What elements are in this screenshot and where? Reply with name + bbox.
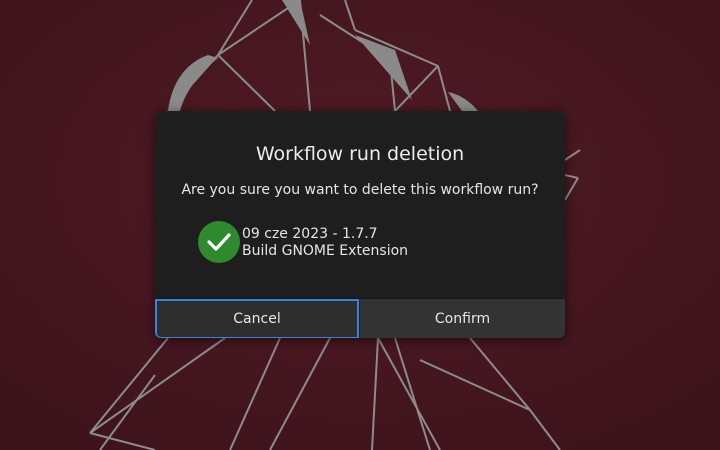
workflow-run-info: 09 cze 2023 - 1.7.7 Build GNOME Extensio… — [198, 221, 528, 265]
confirm-button[interactable]: Confirm — [360, 299, 565, 338]
run-workflow-name: Build GNOME Extension — [242, 243, 409, 259]
dialog-title: Workflow run deletion — [255, 143, 465, 165]
dialog-button-row: Cancel Confirm — [155, 298, 565, 338]
run-date-version: 09 cze 2023 - 1.7.7 — [242, 226, 378, 242]
delete-workflow-run-dialog: Workflow run deletion Are you sure you w… — [155, 111, 565, 338]
cancel-button[interactable]: Cancel — [155, 299, 359, 338]
dialog-question: Are you sure you want to delete this wor… — [181, 182, 539, 198]
success-check-icon — [198, 221, 240, 263]
